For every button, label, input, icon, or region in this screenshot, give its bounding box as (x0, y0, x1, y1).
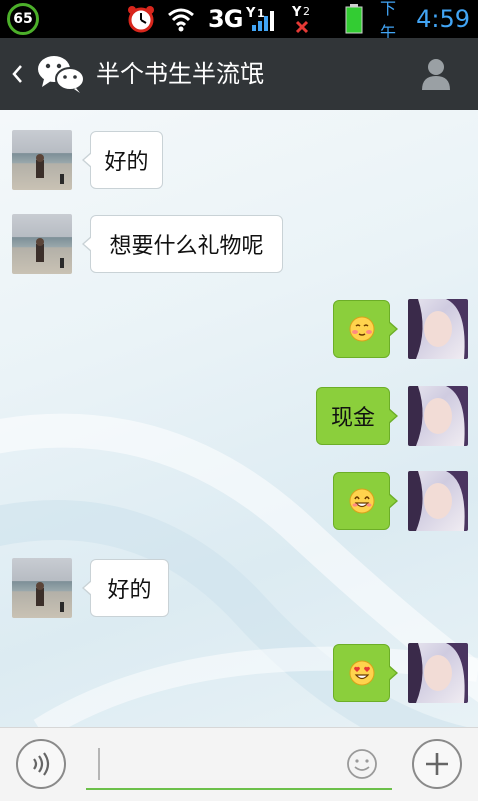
clock-time: 4:59 (416, 5, 470, 33)
chevron-left-icon[interactable] (6, 38, 28, 110)
grin-emoji-icon (349, 488, 374, 514)
message-input-field[interactable] (86, 740, 392, 790)
person-icon[interactable] (416, 54, 456, 94)
clock-ampm: 下午 (380, 0, 397, 42)
svg-text:Y: Y (291, 5, 302, 20)
status-bar: 65 3G Y 1 Y 2 下午 4:59 (0, 0, 478, 42)
message-input[interactable] (96, 748, 340, 782)
blush-emoji-icon (349, 316, 374, 342)
message-list[interactable]: 好的 想要什么礼物呢 现金 好的 (0, 110, 478, 727)
contact-avatar[interactable] (12, 130, 72, 190)
battery-percent-indicator: 65 (4, 0, 42, 38)
status-clock: 下午 4:59 (380, 0, 476, 42)
message-bubble-outgoing[interactable] (333, 644, 398, 702)
battery-percent-value: 65 (13, 11, 33, 27)
alarm-icon (124, 0, 158, 38)
contact-avatar[interactable] (12, 558, 72, 618)
voice-icon[interactable] (16, 739, 66, 789)
chat-header: 半个书生半流氓 (0, 38, 478, 110)
chat-title: 半个书生半流氓 (96, 60, 264, 88)
message-bubble-incoming[interactable]: 好的 (82, 131, 163, 189)
message-text: 想要什么礼物呢 (109, 234, 264, 259)
sim1-label: 1 (257, 7, 265, 20)
network-type: 3G (208, 5, 243, 33)
battery-icon (341, 0, 367, 38)
wechat-chat-screen: 65 3G Y 1 Y 2 下午 4:59 半个书生半流氓 好的 想要什么礼物呢… (0, 0, 478, 801)
message-bubble-outgoing[interactable] (333, 472, 398, 530)
signal-sim2-icon: Y 2 (290, 0, 320, 38)
signal-sim1-icon: Y 1 (245, 6, 275, 31)
message-text: 现金 (330, 406, 375, 431)
input-bar (0, 727, 478, 801)
network-indicator: 3G Y 1 (208, 0, 288, 38)
smiley-icon[interactable] (342, 744, 382, 784)
message-bubble-outgoing[interactable]: 现金 (316, 387, 398, 445)
message-bubble-outgoing[interactable] (333, 300, 398, 358)
message-bubble-incoming[interactable]: 想要什么礼物呢 (82, 215, 283, 273)
my-avatar[interactable] (408, 386, 468, 446)
sim2-label: 2 (303, 5, 310, 18)
message-text: 好的 (107, 578, 152, 603)
wechat-icon[interactable] (36, 54, 86, 94)
message-text: 好的 (104, 150, 149, 175)
my-avatar[interactable] (408, 643, 468, 703)
message-bubble-incoming[interactable]: 好的 (82, 559, 169, 617)
my-avatar[interactable] (408, 471, 468, 531)
contact-avatar[interactable] (12, 214, 72, 274)
wifi-icon (166, 0, 196, 38)
svg-text:Y: Y (245, 6, 256, 21)
my-avatar[interactable] (408, 299, 468, 359)
plus-icon[interactable] (412, 739, 462, 789)
chat-background-wallpaper (0, 413, 478, 727)
heart-eyes-emoji-icon (349, 660, 374, 686)
